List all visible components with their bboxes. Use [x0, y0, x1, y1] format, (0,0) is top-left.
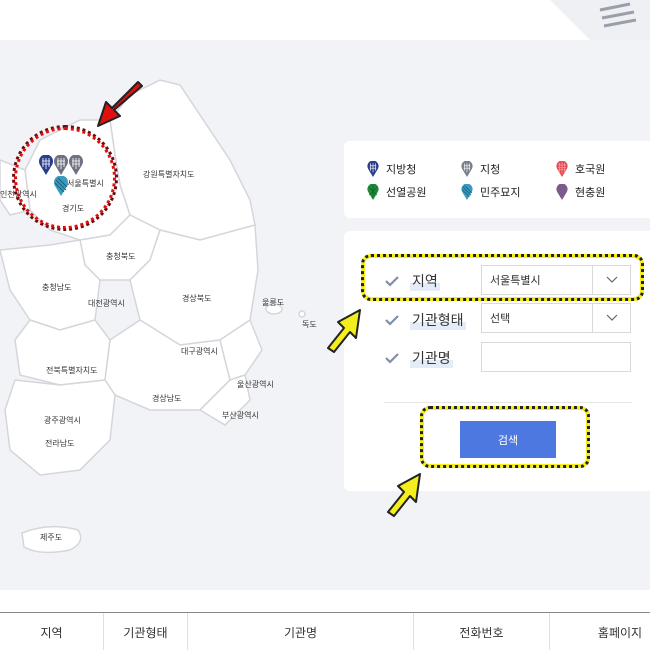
national-cemetery-icon	[556, 184, 568, 200]
democracy-cemetery-icon	[461, 184, 473, 200]
type-select-value: 선택	[490, 312, 511, 325]
legend-panel	[344, 141, 650, 218]
column-header-name[interactable]: 기관명	[188, 613, 414, 650]
name-label: 기관명	[410, 348, 453, 368]
column-header-homepage[interactable]: 홈페이지	[550, 613, 650, 650]
highlight-circle-red-dots	[14, 127, 116, 229]
highlight-region-dots	[361, 254, 644, 301]
patriots-park-icon	[367, 184, 379, 200]
type-label: 기관형태	[410, 310, 466, 330]
legend-item-national-cemetery[interactable]: 현충원	[555, 184, 605, 200]
region-label-gangwon[interactable]: 강원특별자치도	[143, 169, 195, 180]
region-label-daegu[interactable]: 대구광역시	[181, 346, 218, 357]
yellow-arrow-icon	[327, 309, 361, 353]
region-label-jeonnam[interactable]: 전라남도	[45, 438, 74, 449]
region-label-gyeongnam[interactable]: 경상남도	[152, 393, 181, 404]
check-icon	[385, 315, 399, 326]
korea-map[interactable]	[0, 40, 340, 560]
region-label-busan[interactable]: 부산광역시	[222, 410, 259, 421]
legend-label: 현충원	[575, 186, 606, 199]
region-label-gwangju[interactable]: 광주광역시	[44, 415, 81, 426]
chevron-down-icon[interactable]	[592, 304, 630, 332]
region-label-jeonbuk[interactable]: 전북특별자치도	[46, 365, 98, 376]
legend-item-national-memorial[interactable]: 호국원	[555, 161, 605, 177]
column-header-type[interactable]: 기관형태	[104, 613, 188, 650]
legend-label: 선열공원	[386, 186, 427, 199]
name-input[interactable]	[481, 342, 631, 372]
check-icon	[385, 353, 399, 364]
type-select[interactable]: 선택	[481, 303, 631, 333]
field-row-type: 기관형태	[384, 310, 466, 330]
corner-decoration-icon	[550, 0, 650, 40]
region-label-chungbuk[interactable]: 충청북도	[106, 251, 135, 262]
region-label-ulleungdo[interactable]: 울릉도	[262, 297, 284, 308]
field-row-name: 기관명	[384, 348, 453, 368]
national-memorial-icon	[556, 161, 568, 177]
legend-item-democracy-cemetery[interactable]: 민주묘지	[460, 184, 520, 200]
red-arrow-icon	[97, 81, 143, 127]
legend-label: 호국원	[575, 163, 606, 176]
region-label-ulsan[interactable]: 울산광역시	[237, 379, 274, 390]
region-label-dokdo[interactable]: 독도	[302, 319, 317, 330]
map-region-dokdo	[298, 310, 306, 318]
legend-label: 지방청	[386, 163, 417, 176]
legend-item-branch-office[interactable]: 지청	[460, 161, 500, 177]
region-label-daejeon[interactable]: 대전광역시	[88, 298, 125, 309]
results-table-header: 지역 기관형태 기관명 전화번호 홈페이지	[0, 612, 650, 650]
highlight-button-dots	[420, 406, 590, 468]
region-label-gyeongbuk[interactable]: 경상북도	[182, 293, 211, 304]
divider	[384, 402, 632, 403]
legend-label: 민주묘지	[480, 186, 521, 199]
branch-office-icon	[461, 161, 473, 177]
yellow-arrow-icon	[387, 473, 421, 517]
region-label-chungnam[interactable]: 충청남도	[42, 282, 71, 293]
local-office-icon	[367, 161, 379, 177]
column-header-phone[interactable]: 전화번호	[414, 613, 550, 650]
region-label-jeju[interactable]: 제주도	[40, 532, 62, 543]
legend-item-patriots-park[interactable]: 선열공원	[366, 184, 426, 200]
map-region-jeonnam	[4, 379, 116, 476]
column-header-region[interactable]: 지역	[0, 613, 104, 650]
legend-label: 지청	[480, 163, 501, 176]
legend-item-local-office[interactable]: 지방청	[366, 161, 416, 177]
